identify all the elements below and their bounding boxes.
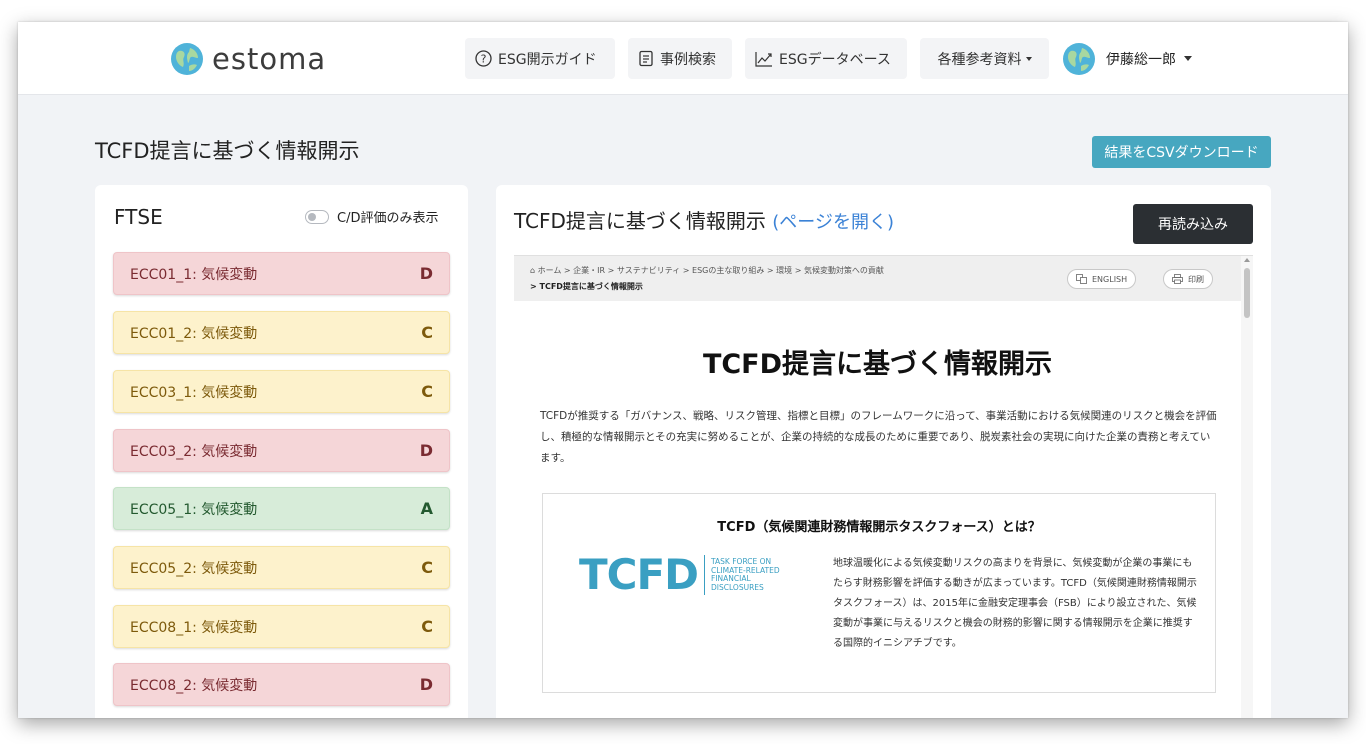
home-icon: ⌂ xyxy=(530,266,538,275)
reload-button[interactable]: 再読み込み xyxy=(1133,204,1253,244)
breadcrumb: ⌂ ホーム > 企業・IR > サステナビリティ > ESGの主な取り組み > … xyxy=(530,265,884,276)
toggle-label: C/D評価のみ表示 xyxy=(337,211,439,226)
indicator-item[interactable]: ECC01_1: 気候変動 D xyxy=(113,252,450,295)
nav-case-search-label: 事例検索 xyxy=(660,51,716,68)
grade-badge: C xyxy=(421,382,433,401)
logo[interactable]: estoma xyxy=(170,42,326,76)
top-navbar: estoma ? ESG開示ガイド 事例検索 ESGデータベース 各種参考資料 … xyxy=(18,22,1348,95)
ftse-heading: FTSE xyxy=(114,205,163,229)
indicator-label: ECC01_1: 気候変動 xyxy=(130,266,258,283)
nav-esg-database[interactable]: ESGデータベース xyxy=(745,38,907,79)
breadcrumb-text: ホーム > 企業・IR > サステナビリティ > ESGの主な取り組み > 環境… xyxy=(537,266,884,275)
tcfd-info-box: TCFD（気候関連財務情報開示タスクフォース）とは？ TCFD TASK FOR… xyxy=(542,493,1216,693)
grade-badge: D xyxy=(419,441,433,460)
tcfd-logo: TCFD TASK FORCE ON CLIMATE-RELATED FINAN… xyxy=(579,554,780,596)
logo-sub-line: DISCLOSURES xyxy=(711,582,764,592)
indicator-item[interactable]: ECC05_1: 気候変動 A xyxy=(113,487,450,530)
panel-title-text: TCFD提言に基づく情報開示 xyxy=(514,209,766,233)
embedded-heading: TCFD提言に基づく情報開示 xyxy=(702,349,1053,380)
app-window: estoma ? ESG開示ガイド 事例検索 ESGデータベース 各種参考資料 … xyxy=(18,22,1348,718)
nav-reference-materials[interactable]: 各種参考資料 xyxy=(920,38,1049,79)
tcfd-logo-subtitle: TASK FORCE ON CLIMATE-RELATED FINANCIAL … xyxy=(711,557,780,592)
indicator-label: ECC08_1: 気候変動 xyxy=(130,619,258,636)
english-button[interactable]: ENGLISH xyxy=(1067,269,1137,289)
open-page-link[interactable]: (ページを開く) xyxy=(772,212,894,233)
indicator-item[interactable]: ECC08_1: 気候変動 C xyxy=(113,605,450,648)
printer-icon xyxy=(1172,274,1183,284)
globe-logo-icon xyxy=(171,43,203,75)
help-circle-icon: ? xyxy=(475,50,492,67)
tcfd-logo-letters: TCFD xyxy=(579,550,699,599)
scrollbar-thumb[interactable] xyxy=(1244,268,1250,318)
english-label: ENGLISH xyxy=(1092,274,1128,284)
nav-esg-database-label: ESGデータベース xyxy=(779,51,891,68)
user-menu[interactable]: 伊藤総一郎 xyxy=(1062,38,1192,79)
csv-download-button[interactable]: 結果をCSVダウンロード xyxy=(1092,136,1271,168)
indicator-label: ECC05_1: 気候変動 xyxy=(130,501,258,518)
nav-esg-guide[interactable]: ? ESG開示ガイド xyxy=(465,38,615,79)
indicator-label: ECC05_2: 気候変動 xyxy=(130,560,258,577)
nav-case-search[interactable]: 事例検索 xyxy=(628,38,732,79)
grade-badge: C xyxy=(421,323,433,342)
indicator-label: ECC01_2: 気候変動 xyxy=(130,325,258,342)
scroll-up-icon[interactable] xyxy=(1244,258,1250,262)
embedded-intro-text: TCFDが推奨する「ガバナンス、戦略、リスク管理、指標と目標」のフレームワークに… xyxy=(540,410,1217,464)
user-name: 伊藤総一郎 xyxy=(1106,51,1176,68)
indicator-item[interactable]: ECC08_2: 気候変動 D xyxy=(113,663,450,706)
tcfd-box-title: TCFD（気候関連財務情報開示タスクフォース）とは？ xyxy=(717,520,1041,535)
embedded-webpage[interactable]: ⌂ ホーム > 企業・IR > サステナビリティ > ESGの主な取り組み > … xyxy=(514,255,1253,718)
indicator-item[interactable]: ECC03_1: 気候変動 C xyxy=(113,370,450,413)
grade-badge: D xyxy=(419,264,433,283)
page-title: TCFD提言に基づく情報開示 xyxy=(95,139,360,163)
indicator-label: ECC03_1: 気候変動 xyxy=(130,384,258,401)
disclosure-panel: TCFD提言に基づく情報開示 (ページを開く) 再読み込み ⌂ ホーム > 企業… xyxy=(496,185,1271,718)
grade-badge: C xyxy=(421,617,433,636)
print-label: 印刷 xyxy=(1188,274,1204,284)
grade-badge: D xyxy=(419,675,433,694)
ftse-panel: FTSE C/D評価のみ表示 ECC01_1: 気候変動 D ECC01_2: … xyxy=(95,185,468,718)
toggle-switch[interactable] xyxy=(305,209,329,224)
chevron-down-icon xyxy=(1025,56,1032,61)
print-button[interactable]: 印刷 xyxy=(1163,269,1213,289)
cd-only-toggle[interactable]: C/D評価のみ表示 xyxy=(305,207,438,226)
tcfd-description: 地球温暖化による気候変動リスクの高まりを背景に、気候変動が企業の事業にもたらす財… xyxy=(833,558,1197,649)
indicator-label: ECC08_2: 気候変動 xyxy=(130,677,258,694)
logo-divider xyxy=(704,555,706,595)
indicator-item[interactable]: ECC03_2: 気候変動 D xyxy=(113,429,450,472)
svg-text:?: ? xyxy=(481,53,487,66)
translate-icon xyxy=(1076,274,1087,284)
panel-title: TCFD提言に基づく情報開示 (ページを開く) xyxy=(514,205,894,234)
breadcrumb-current: > TCFD提言に基づく情報開示 xyxy=(530,282,643,291)
caret-down-icon xyxy=(1184,56,1192,61)
indicator-item[interactable]: ECC01_2: 気候変動 C xyxy=(113,311,450,354)
logo-text: estoma xyxy=(212,42,327,76)
indicator-item[interactable]: ECC05_2: 気候変動 C xyxy=(113,546,450,589)
embedded-breadcrumb-bar: ⌂ ホーム > 企業・IR > サステナビリティ > ESGの主な取り組み > … xyxy=(514,256,1241,301)
grade-badge: A xyxy=(420,499,433,518)
nav-esg-guide-label: ESG開示ガイド xyxy=(498,51,597,68)
document-list-icon xyxy=(639,50,653,67)
chart-line-icon xyxy=(755,51,772,67)
grade-badge: C xyxy=(421,558,433,577)
embedded-scrollbar[interactable] xyxy=(1241,256,1253,718)
avatar xyxy=(1063,42,1095,75)
indicator-label: ECC03_2: 気候変動 xyxy=(130,443,258,460)
nav-reference-materials-label: 各種参考資料 xyxy=(937,51,1022,68)
